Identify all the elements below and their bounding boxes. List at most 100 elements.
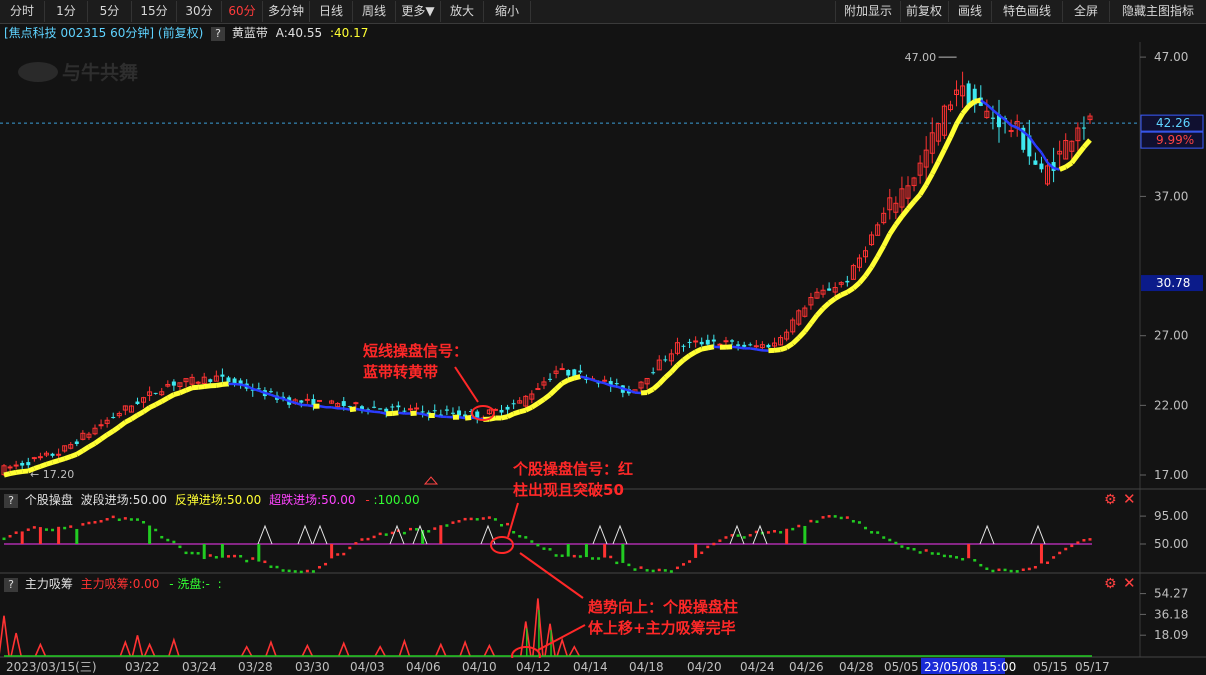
sub1-dot	[336, 553, 340, 556]
sub1-dot	[142, 520, 146, 524]
sub1-dot	[275, 565, 279, 569]
date-label: 05/17	[1075, 660, 1110, 674]
trend-band-segment	[750, 347, 757, 351]
sub1-dot	[1082, 539, 1086, 542]
candle-body	[226, 377, 231, 383]
trend-band-segment	[930, 160, 941, 175]
sub1-dot	[487, 516, 491, 519]
sub1-dot	[311, 570, 315, 573]
trend-band-segment	[1082, 138, 1092, 149]
sub1-dot	[1021, 568, 1025, 571]
sub1-name[interactable]: 个股操盘	[25, 493, 73, 507]
sub1-dot	[154, 528, 158, 532]
sub1-bar	[1039, 544, 1043, 564]
sub1-signal-triangle	[389, 524, 405, 545]
sub1-dot	[269, 565, 273, 568]
sub1-dot	[936, 552, 940, 555]
kline-chart[interactable]: 与牛共舞 47.00 37.00 27.00 22.00 17.00 42.26 9.99% 3…	[0, 0, 1206, 675]
sub1-dot	[688, 560, 692, 563]
sub1-dot	[779, 531, 783, 534]
sub1-dot	[930, 552, 934, 555]
sub1-dot	[1046, 561, 1050, 565]
sub1-dot	[572, 554, 576, 558]
trend-band-segment	[434, 414, 442, 418]
candle-body	[693, 340, 699, 343]
trend-band-segment	[592, 378, 599, 384]
sub2-accumulation-spike	[265, 639, 277, 657]
candle-body	[705, 339, 710, 345]
candle-body	[171, 381, 176, 386]
sub1-dot	[160, 535, 164, 539]
candle-body	[268, 391, 273, 393]
sub1-info-bar: ? 个股操盘 波段进场:50.00 反弹进场:50.00 超跌进场:50.00 …	[0, 492, 420, 508]
sub2-name[interactable]: 主力吸筹	[25, 577, 73, 591]
candle-body	[299, 400, 304, 403]
sub1-dot	[2, 537, 6, 541]
trend-band-segment	[349, 406, 357, 413]
sub1-bar	[148, 525, 152, 544]
sub1-dot	[384, 533, 388, 536]
sub1-bar	[803, 525, 807, 544]
date-label: 03/22	[125, 660, 160, 674]
sub1-dot	[427, 530, 431, 533]
sub1-dot	[390, 531, 394, 535]
sub1-dot	[651, 569, 655, 573]
current-pct-label: 9.99%	[1156, 133, 1194, 147]
sub2-accumulation-spike	[131, 635, 144, 657]
sub1-bar	[785, 528, 789, 544]
sub2-tick-label: 36.18	[1154, 607, 1188, 621]
sub1-bar	[20, 531, 24, 544]
trend-band-segment	[185, 385, 194, 393]
trend-band-segment	[1040, 151, 1049, 164]
help-icon[interactable]: ?	[4, 577, 18, 592]
candle-body	[7, 466, 13, 469]
sub1-dot	[512, 530, 516, 534]
sub2-accumulation-value: 主力吸筹:0.00	[80, 577, 160, 591]
help-icon[interactable]: ?	[211, 26, 226, 41]
candle-body	[845, 280, 850, 283]
trend-band-segment	[815, 306, 825, 317]
sub1-dot	[1064, 547, 1068, 551]
price-tick-label: 37.00	[1154, 189, 1188, 203]
sub1-dot	[669, 570, 673, 573]
date-label: 04/26	[789, 660, 824, 674]
candle-body	[402, 410, 407, 412]
annotation-circle	[490, 536, 514, 554]
sub1-dot	[117, 518, 121, 522]
date-label: 03/28	[238, 660, 273, 674]
annotation-short-signal-line2: 蓝带转黄带	[363, 363, 438, 381]
candle-body	[20, 462, 25, 466]
trend-band-segment	[15, 469, 23, 475]
indicator-name[interactable]: 黄蓝带	[232, 26, 268, 40]
date-label: 04/10	[462, 660, 497, 674]
trend-band-segment	[657, 375, 668, 386]
sub1-dot	[342, 552, 346, 556]
sub1-dot	[196, 552, 200, 555]
candle-body	[353, 402, 359, 405]
candle-body	[681, 345, 686, 347]
help-icon[interactable]: ?	[4, 493, 18, 508]
gear-icon[interactable]: ⚙	[1104, 577, 1118, 591]
trend-band-segment	[154, 399, 163, 407]
trend-band-segment	[75, 448, 85, 457]
trend-band-segment	[45, 459, 54, 467]
trend-band-segment	[688, 349, 697, 358]
candle-body	[1081, 127, 1086, 129]
trend-band-segment	[1069, 153, 1080, 165]
price-tick-label: 47.00	[1154, 50, 1188, 64]
sub1-dot	[924, 549, 928, 552]
trend-band-segment	[942, 136, 953, 151]
trend-band-segment	[160, 395, 170, 404]
trend-band-segment	[707, 344, 715, 351]
gear-icon[interactable]: ⚙	[1104, 493, 1118, 507]
sub1-dot	[299, 570, 303, 574]
sub1-dot	[985, 567, 989, 570]
trend-band-segment	[992, 109, 1000, 117]
cursor-price-label: 30.78	[1156, 276, 1190, 290]
close-icon[interactable]: ✕	[1123, 576, 1137, 591]
sub1-bar	[220, 544, 224, 558]
date-label: 04/20	[687, 660, 722, 674]
close-icon[interactable]: ✕	[1123, 492, 1137, 507]
price-tick-label: 22.00	[1154, 398, 1188, 412]
sub1-dot	[305, 569, 309, 573]
